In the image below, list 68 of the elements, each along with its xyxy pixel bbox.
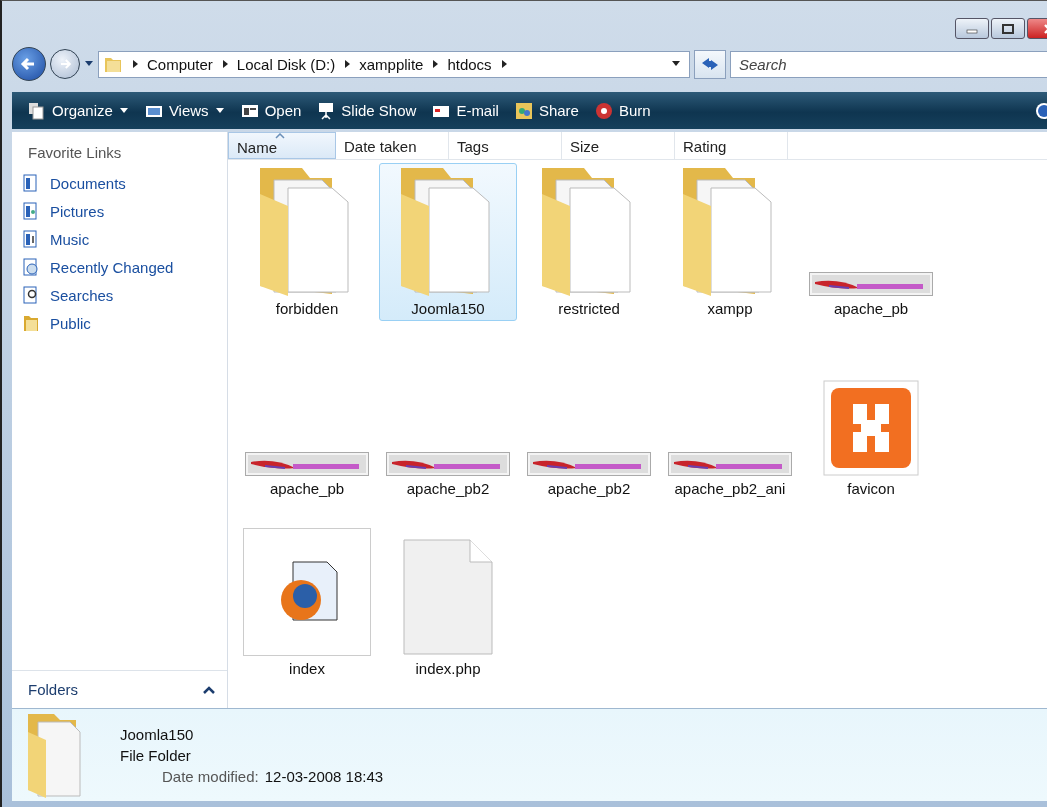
folder-icon xyxy=(22,314,40,332)
column-header[interactable]: Name xyxy=(228,132,336,159)
breadcrumb[interactable]: Computer xyxy=(147,55,213,73)
toolbar-button[interactable]: Organize xyxy=(22,97,135,124)
maximize-button[interactable] xyxy=(991,18,1025,39)
chevron-icon[interactable] xyxy=(343,59,352,69)
dropdown-caret-icon[interactable] xyxy=(671,60,681,68)
caret-icon xyxy=(118,106,129,115)
file-item[interactable]: apache_pb xyxy=(802,163,940,343)
music-document-icon xyxy=(22,230,40,248)
date-modified-value: 12-03-2008 18:43 xyxy=(264,767,384,785)
chevron-icon[interactable] xyxy=(499,59,508,69)
date-modified-label: Date modified: xyxy=(162,767,259,785)
column-header[interactable]: Tags xyxy=(449,132,562,159)
toolbar-button[interactable]: Open xyxy=(234,97,308,124)
breadcrumb[interactable]: Local Disk (D:) xyxy=(236,55,336,73)
file-item[interactable]: apache_pb xyxy=(238,343,376,523)
favorite-link[interactable]: Public xyxy=(12,309,227,337)
pages-icon xyxy=(28,101,46,120)
refresh-button[interactable] xyxy=(694,49,726,79)
blank-file-icon xyxy=(402,538,494,656)
back-button[interactable] xyxy=(12,47,46,81)
toolbar-button[interactable]: Views xyxy=(138,97,231,124)
file-item[interactable]: apache_pb2 xyxy=(520,343,658,523)
help-icon[interactable] xyxy=(1035,101,1047,120)
chevron-icon[interactable] xyxy=(131,59,139,69)
maximize-icon xyxy=(1001,23,1015,34)
caret-icon xyxy=(214,106,225,115)
toolbar-button[interactable]: Share xyxy=(508,97,585,124)
refresh-icon xyxy=(700,55,720,73)
file-item[interactable]: forbidden xyxy=(238,163,376,343)
selected-item-name: Joomla150 xyxy=(120,725,195,743)
chevron-icon[interactable] xyxy=(220,59,229,69)
favorite-link[interactable]: Documents xyxy=(12,169,227,197)
file-item[interactable]: apache_pb2_ani xyxy=(661,343,799,523)
forward-button[interactable] xyxy=(50,49,80,79)
file-item[interactable]: restricted xyxy=(520,163,658,343)
file-item[interactable]: xampp xyxy=(661,163,799,343)
favorite-link[interactable]: Pictures xyxy=(12,197,227,225)
selected-item-type: File Folder xyxy=(120,746,192,764)
file-item[interactable]: apache_pb2 xyxy=(379,343,517,523)
disc-icon xyxy=(594,101,613,120)
projector-screen-icon xyxy=(317,101,336,120)
column-header[interactable]: Date taken xyxy=(336,132,449,159)
file-item[interactable]: index xyxy=(238,523,376,703)
address-bar[interactable]: Computer Local Disk (D:) xampplite htdocs xyxy=(98,50,690,78)
minimize-button[interactable] xyxy=(955,18,989,39)
search-box[interactable]: Search xyxy=(730,50,1047,78)
search-document-icon xyxy=(22,286,40,304)
favorite-links-heading: Favorite Links xyxy=(27,143,123,163)
file-item[interactable]: index.php xyxy=(379,523,517,703)
favorite-link[interactable]: Music xyxy=(12,225,227,253)
column-header[interactable]: Size xyxy=(562,132,675,159)
file-item[interactable]: Joomla150 xyxy=(379,163,517,321)
toolbar-button[interactable]: Burn xyxy=(588,97,657,124)
toolbar-button[interactable]: Slide Show xyxy=(311,97,423,124)
chevron-icon[interactable] xyxy=(431,59,440,69)
history-caret-icon[interactable] xyxy=(84,60,94,68)
breadcrumb[interactable]: htdocs xyxy=(447,55,492,73)
favorite-link[interactable]: Recently Changed xyxy=(12,253,227,281)
file-item[interactable]: favicon xyxy=(802,343,940,523)
column-header[interactable]: Rating xyxy=(675,132,788,159)
document-icon xyxy=(22,174,40,192)
toolbar-button[interactable]: E-mail xyxy=(426,97,505,124)
picture-document-icon xyxy=(22,202,40,220)
favorite-link[interactable]: Searches xyxy=(12,281,227,309)
breadcrumb[interactable]: xampplite xyxy=(359,55,424,73)
chevron-up-icon xyxy=(203,685,215,694)
